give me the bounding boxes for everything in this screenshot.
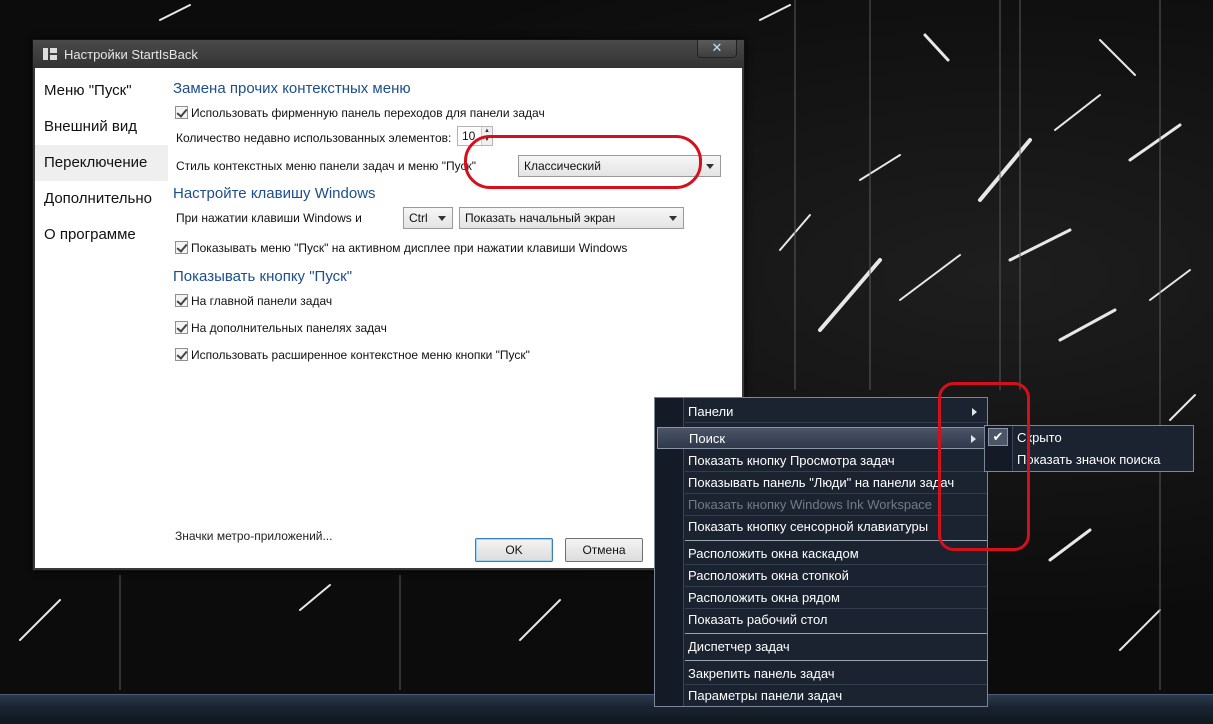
menu-item-lock-taskbar[interactable]: Закрепить панель задач	[685, 663, 987, 685]
sidebar-item-label: Дополнительно	[44, 190, 152, 207]
sidebar-item-advanced[interactable]: Дополнительно	[35, 181, 168, 217]
menu-item-label: Показать кнопку сенсорной клавиатуры	[688, 519, 929, 534]
main-taskbar-row[interactable]: На главной панели задач	[175, 293, 332, 309]
use-jumplist-checkbox[interactable]	[175, 106, 188, 119]
winkey-action-dropdown[interactable]: Показать начальный экран	[459, 207, 684, 229]
close-button[interactable]: ✕	[697, 40, 737, 58]
menu-item-side-by-side[interactable]: Расположить окна рядом	[685, 587, 987, 609]
sidebar-item-label: Внешний вид	[44, 118, 137, 135]
recent-items-label: Количество недавно использованных элемен…	[176, 131, 452, 145]
menu-item-label: Показать кнопку Windows Ink Workspace	[688, 497, 933, 512]
main-taskbar-checkbox[interactable]	[175, 294, 188, 307]
menu-item-stack[interactable]: Расположить окна стопкой	[685, 565, 987, 587]
section-title-windows-key: Настройте клавишу Windows	[173, 185, 376, 202]
window-title: Настройки StartIsBack	[64, 47, 198, 62]
menu-item-label: Расположить окна каскадом	[688, 546, 859, 561]
winkey-label: При нажатии клавиши Windows и	[176, 211, 362, 225]
sidebar-item-appearance[interactable]: Внешний вид	[35, 109, 168, 145]
menu-style-label: Стиль контекстных меню панели задач и ме…	[176, 159, 476, 173]
active-display-label: Показывать меню "Пуск" на активном диспл…	[191, 241, 628, 255]
extended-menu-row[interactable]: Использовать расширенное контекстное мен…	[175, 347, 530, 363]
metro-icons-link[interactable]: Значки метро-приложений...	[175, 529, 332, 543]
sidebar-item-switching[interactable]: Переключение	[35, 145, 168, 181]
red-highlight-annotation	[464, 135, 702, 189]
menu-item-label: Параметры панели задач	[688, 688, 843, 703]
extra-taskbars-checkbox[interactable]	[175, 321, 188, 334]
extra-taskbars-row[interactable]: На дополнительных панелях задач	[175, 320, 387, 336]
menu-item-show-desktop[interactable]: Показать рабочий стол	[685, 609, 987, 631]
sidebar-item-about[interactable]: О программе	[35, 217, 168, 253]
cancel-button[interactable]: Отмена	[565, 538, 643, 562]
extra-taskbars-label: На дополнительных панелях задач	[191, 321, 387, 335]
taskbar	[0, 694, 1213, 724]
sidebar-item-label: О программе	[44, 226, 136, 243]
winkey-action-value: Показать начальный экран	[465, 211, 616, 225]
use-jumplist-label: Использовать фирменную панель переходов …	[191, 106, 545, 120]
winkey-modifier-value: Ctrl	[409, 211, 428, 225]
chevron-down-icon	[669, 216, 677, 221]
menu-separator	[685, 633, 987, 634]
main-taskbar-label: На главной панели задач	[191, 294, 333, 308]
menu-item-label: Показывать панель "Люди" на панели задач	[688, 475, 955, 490]
menu-item-label: Показать кнопку Просмотра задач	[688, 453, 895, 468]
menu-item-label: Закрепить панель задач	[688, 666, 835, 681]
use-jumplist-row[interactable]: Использовать фирменную панель переходов …	[175, 105, 545, 121]
submenu-item-hidden[interactable]: Скрыто	[1014, 427, 1193, 449]
menu-item-label: Диспетчер задач	[688, 639, 790, 654]
close-icon: ✕	[711, 41, 723, 56]
menu-item-label: Расположить окна стопкой	[688, 568, 849, 583]
menu-separator	[685, 660, 987, 661]
menu-item-label: Расположить окна рядом	[688, 590, 840, 605]
active-display-row[interactable]: Показывать меню "Пуск" на активном диспл…	[175, 240, 627, 256]
sidebar: Меню "Пуск" Внешний вид Переключение Доп…	[35, 68, 168, 568]
menu-item-label: Поиск	[689, 431, 726, 446]
menu-item-task-manager[interactable]: Диспетчер задач	[685, 636, 987, 658]
menu-item-label: Показать рабочий стол	[688, 612, 828, 627]
chevron-down-icon	[706, 164, 714, 169]
sidebar-item-label: Переключение	[44, 154, 148, 171]
sidebar-item-label: Меню "Пуск"	[44, 82, 132, 99]
extended-menu-checkbox[interactable]	[175, 348, 188, 361]
settings-window: Настройки StartIsBack ✕ Меню "Пуск" Внеш…	[32, 39, 745, 571]
sidebar-item-start-menu[interactable]: Меню "Пуск"	[35, 73, 168, 109]
menu-item-taskbar-settings[interactable]: Параметры панели задач	[685, 685, 987, 707]
section-title-context-menus: Замена прочих контекстных меню	[173, 80, 411, 97]
ok-button[interactable]: OK	[475, 538, 553, 562]
active-display-checkbox[interactable]	[175, 241, 188, 254]
menu-item-label: Панели	[688, 404, 734, 419]
submenu-item-show-search-icon[interactable]: Показать значок поиска	[1014, 449, 1193, 471]
title-bar[interactable]: Настройки StartIsBack ✕	[33, 40, 744, 68]
section-title-start-button: Показывать кнопку "Пуск"	[173, 268, 353, 285]
chevron-down-icon	[438, 216, 446, 221]
red-highlight-annotation	[938, 382, 1030, 551]
winkey-modifier-dropdown[interactable]: Ctrl	[403, 207, 453, 229]
submenu-item-label: Показать значок поиска	[1017, 452, 1161, 467]
app-icon	[43, 48, 57, 60]
extended-menu-label: Использовать расширенное контекстное мен…	[191, 348, 530, 362]
